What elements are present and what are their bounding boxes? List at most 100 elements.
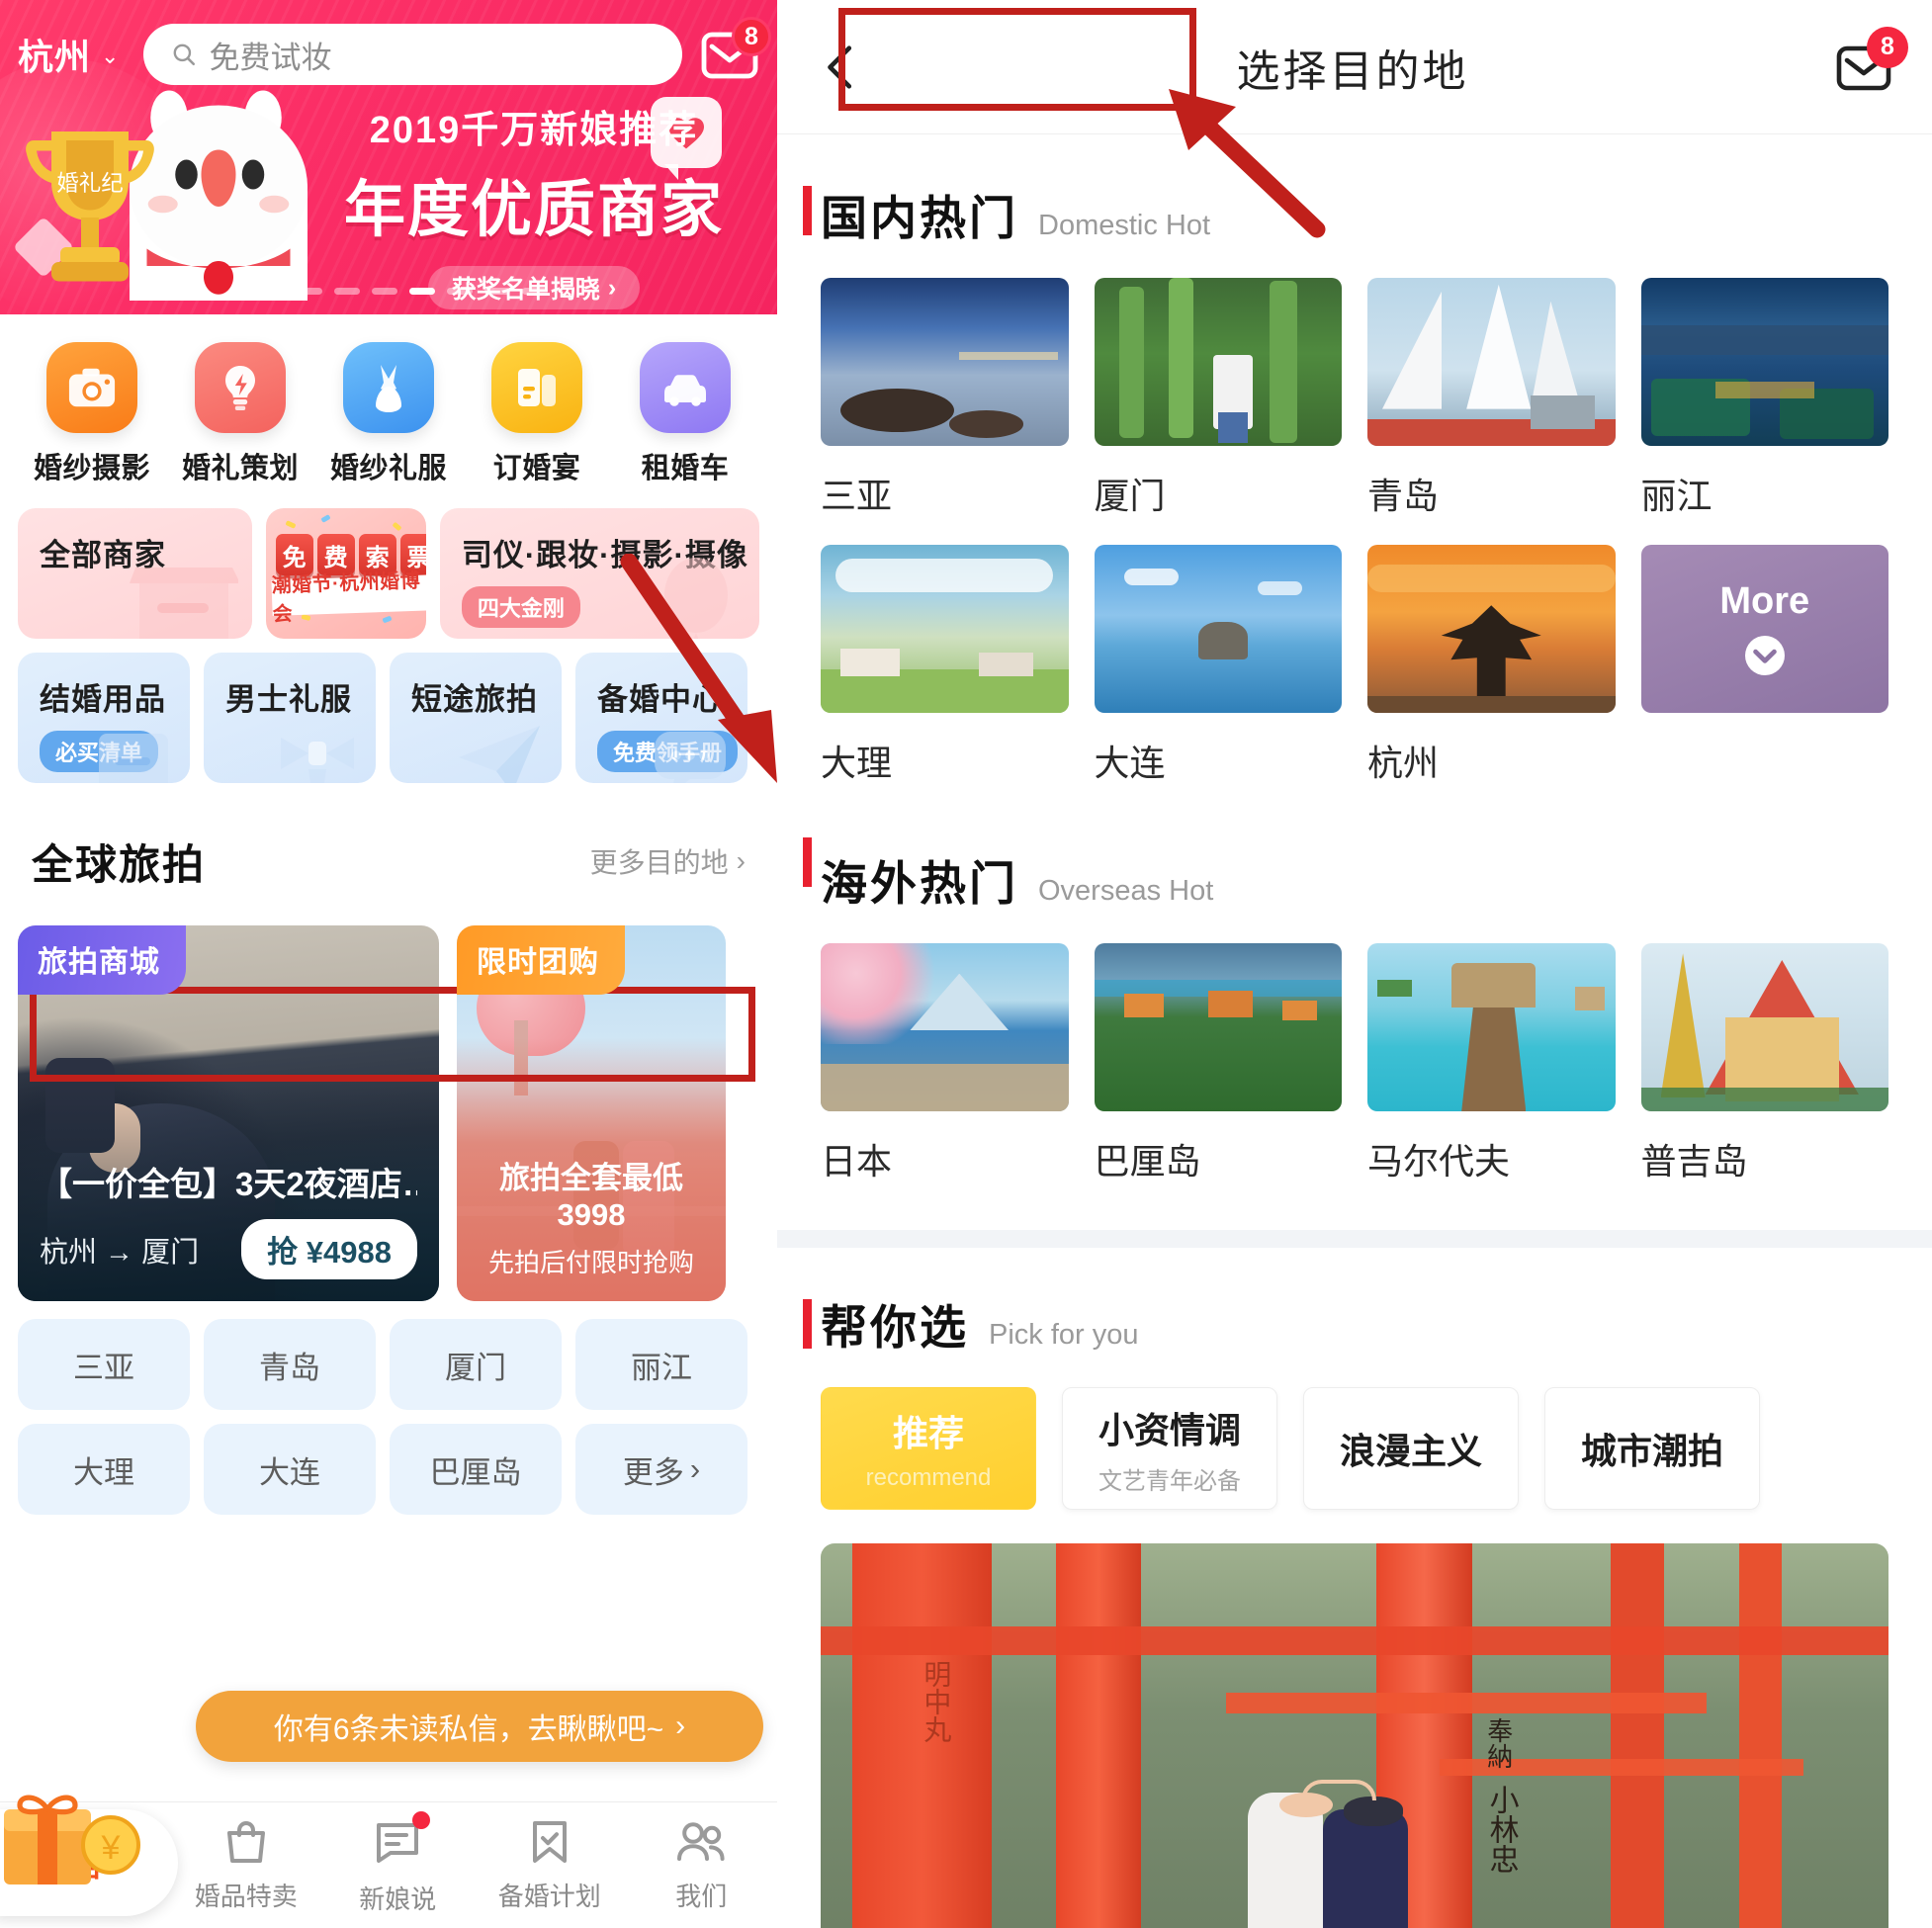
- carousel-dot[interactable]: [372, 288, 397, 295]
- tiles-row-2: 结婚用品 必买清单 男士礼服 短途旅拍: [18, 653, 759, 783]
- more-destinations-tile[interactable]: More: [1640, 545, 1888, 713]
- pick-chip-city-trend[interactable]: 城市潮拍: [1544, 1387, 1760, 1510]
- carousel-dot[interactable]: [522, 288, 548, 295]
- city-label: 杭州: [18, 37, 92, 77]
- pick-chip-romanticism[interactable]: 浪漫主义: [1303, 1387, 1519, 1510]
- pick-chip-en: recommend: [865, 1464, 992, 1491]
- chevron-right-icon: ›: [736, 845, 746, 876]
- destination-image: [1094, 943, 1342, 1111]
- destination-item-qingdao[interactable]: 青岛: [1367, 278, 1616, 519]
- destination-image: [1640, 278, 1888, 446]
- carousel-dot[interactable]: [334, 288, 360, 295]
- pick-chip-row: 推荐 recommend 小资情调 文艺青年必备 浪漫主义 城市潮拍: [777, 1358, 1932, 1510]
- travel-card-buy-button[interactable]: 抢 ¥4988: [241, 1219, 417, 1279]
- menu-card-icon: [491, 342, 582, 433]
- category-label: 婚纱摄影: [33, 453, 150, 484]
- tile-four-services[interactable]: 司仪·跟妆·摄影·摄像 四大金刚: [439, 508, 759, 639]
- tile-wedding-prep-center[interactable]: 备婚中心 免费领手册: [575, 653, 747, 783]
- city-chip[interactable]: 青岛: [204, 1319, 376, 1410]
- carousel-dots[interactable]: [297, 288, 548, 295]
- tile-free-expo-ticket[interactable]: 免 费 索 票 潮婚节·杭州婚博会: [265, 508, 426, 639]
- pick-chip-petit-bourgeois[interactable]: 小资情调 文艺青年必备: [1062, 1387, 1277, 1510]
- pick-chip-zh: 小资情调: [1098, 1409, 1241, 1450]
- hero-banner[interactable]: 婚礼纪 2019千万新娘推荐 年度优质商家 获奖名单揭晓 › 杭州 ⌄ 免费试妆…: [0, 0, 777, 314]
- category-item-wedding-car[interactable]: 租婚车: [611, 342, 759, 486]
- go-to-store-fab[interactable]: 去门店 › ¥: [0, 1790, 188, 1916]
- section-header-pick: 帮你选 Pick for you: [777, 1248, 1932, 1358]
- coin-icon: ¥: [81, 1815, 140, 1875]
- pick-chip-zh: 城市潮拍: [1580, 1431, 1723, 1471]
- city-chip[interactable]: 大理: [18, 1424, 190, 1515]
- tab-bride-says[interactable]: 新娘说: [322, 1810, 475, 1916]
- destination-image: [1640, 943, 1888, 1111]
- chevron-right-icon: ›: [689, 1451, 701, 1486]
- section-title-zh: 海外热门: [821, 857, 1018, 910]
- carousel-dot[interactable]: [297, 288, 322, 295]
- destination-item-japan[interactable]: 日本: [821, 943, 1069, 1184]
- chevron-down-icon: ⌄: [101, 44, 121, 68]
- chevron-right-icon: ›: [607, 273, 617, 302]
- travel-cards: 旅拍商城 【一价全包】3天2夜酒店… 杭州 → 厦门 抢 ¥4988 限时团购 …: [0, 914, 777, 1301]
- message-button[interactable]: 8: [1835, 26, 1908, 94]
- destination-item-hangzhou[interactable]: 杭州: [1367, 545, 1616, 786]
- search-input[interactable]: 免费试妆: [143, 24, 682, 85]
- category-label: 婚礼策划: [181, 453, 299, 484]
- destination-item-dali[interactable]: 大理: [821, 545, 1069, 786]
- bowtie-icon: [281, 738, 354, 783]
- destination-item-bali[interactable]: 巴厘岛: [1094, 943, 1342, 1184]
- pick-chip-en: 文艺青年必备: [1098, 1467, 1241, 1495]
- destination-item-xiamen[interactable]: 厦门: [1094, 278, 1342, 519]
- city-chip[interactable]: 厦门: [390, 1319, 562, 1410]
- city-chip-more[interactable]: 更多 ›: [575, 1424, 747, 1515]
- destination-image: [1367, 943, 1616, 1111]
- category-item-wedding-photography[interactable]: 婚纱摄影: [18, 342, 166, 486]
- pick-chip-recommend[interactable]: 推荐 recommend: [821, 1387, 1036, 1510]
- city-selector[interactable]: 杭州 ⌄: [18, 29, 120, 80]
- tile-mens-suits[interactable]: 男士礼服: [204, 653, 376, 783]
- left-app-home-screen: 婚礼纪 2019千万新娘推荐 年度优质商家 获奖名单揭晓 › 杭州 ⌄ 免费试妆…: [0, 0, 777, 1928]
- city-chip[interactable]: 丽江: [575, 1319, 747, 1410]
- travel-card-tag: 限时团购: [457, 925, 625, 995]
- top-bar: 杭州 ⌄ 免费试妆 8: [0, 16, 777, 93]
- tile-wedding-supplies[interactable]: 结婚用品 必买清单: [18, 653, 190, 783]
- destination-item-phuket[interactable]: 普吉岛: [1640, 943, 1888, 1184]
- destination-item-lijiang[interactable]: 丽江: [1640, 278, 1888, 519]
- message-button[interactable]: 8: [700, 17, 771, 82]
- destination-item-dalian[interactable]: 大连: [1094, 545, 1342, 786]
- city-chip[interactable]: 巴厘岛: [390, 1424, 562, 1515]
- shop-icon: [129, 568, 238, 639]
- dress-icon: [343, 342, 434, 433]
- section-title-en: Overseas Hot: [1038, 875, 1214, 907]
- tile-all-merchants[interactable]: 全部商家: [18, 508, 252, 639]
- carousel-dot[interactable]: [484, 288, 510, 295]
- bag-icon: [226, 1821, 265, 1863]
- expo-band-label: 潮婚节·杭州婚博会: [270, 570, 421, 626]
- svg-text:婚礼纪: 婚礼纪: [56, 171, 124, 196]
- section-title-zh: 国内热门: [821, 192, 1018, 244]
- destination-item-more[interactable]: More .: [1640, 545, 1888, 786]
- tab-us[interactable]: 我们: [626, 1817, 778, 1913]
- tab-wedding-plan[interactable]: 备婚计划: [474, 1817, 626, 1913]
- carousel-dot-active[interactable]: [409, 288, 435, 295]
- tab-wedding-sale[interactable]: 婚品特卖: [170, 1817, 322, 1913]
- hero-text: 2019千万新娘推荐 年度优质商家 获奖名单揭晓 ›: [326, 99, 742, 309]
- city-chip[interactable]: 三亚: [18, 1319, 190, 1410]
- global-travel-photo-section-header[interactable]: 全球旅拍 更多目的地 ›: [18, 809, 759, 914]
- category-item-engagement-banquet[interactable]: 订婚宴: [463, 342, 611, 486]
- section-title-zh: 帮你选: [821, 1301, 969, 1354]
- travel-card-headline: 【一价全包】3天2夜酒店…: [40, 1166, 417, 1202]
- category-item-wedding-planning[interactable]: 婚礼策划: [166, 342, 314, 486]
- more-destinations-link[interactable]: 更多目的地 ›: [590, 841, 746, 881]
- category-label: 租婚车: [641, 453, 730, 484]
- travel-card-groupbuy[interactable]: 限时团购 旅拍全套最低3998 先拍后付限时抢购: [457, 925, 726, 1301]
- category-item-wedding-dress[interactable]: 婚纱礼服: [314, 342, 463, 486]
- travel-card-mall[interactable]: 旅拍商城 【一价全包】3天2夜酒店… 杭州 → 厦门 抢 ¥4988: [18, 925, 439, 1301]
- destination-item-maldives[interactable]: 马尔代夫: [1367, 943, 1616, 1184]
- unread-message-toast[interactable]: 你有6条未读私信，去瞅瞅吧~ ›: [196, 1691, 763, 1762]
- tile-short-trip-photo[interactable]: 短途旅拍: [390, 653, 562, 783]
- featured-photo[interactable]: 奉納 小林忠 明中丸: [821, 1543, 1888, 1928]
- destination-label: 青岛: [1367, 476, 1440, 516]
- destination-item-sanya[interactable]: 三亚: [821, 278, 1069, 519]
- carousel-dot[interactable]: [447, 288, 473, 295]
- city-chip[interactable]: 大连: [204, 1424, 376, 1515]
